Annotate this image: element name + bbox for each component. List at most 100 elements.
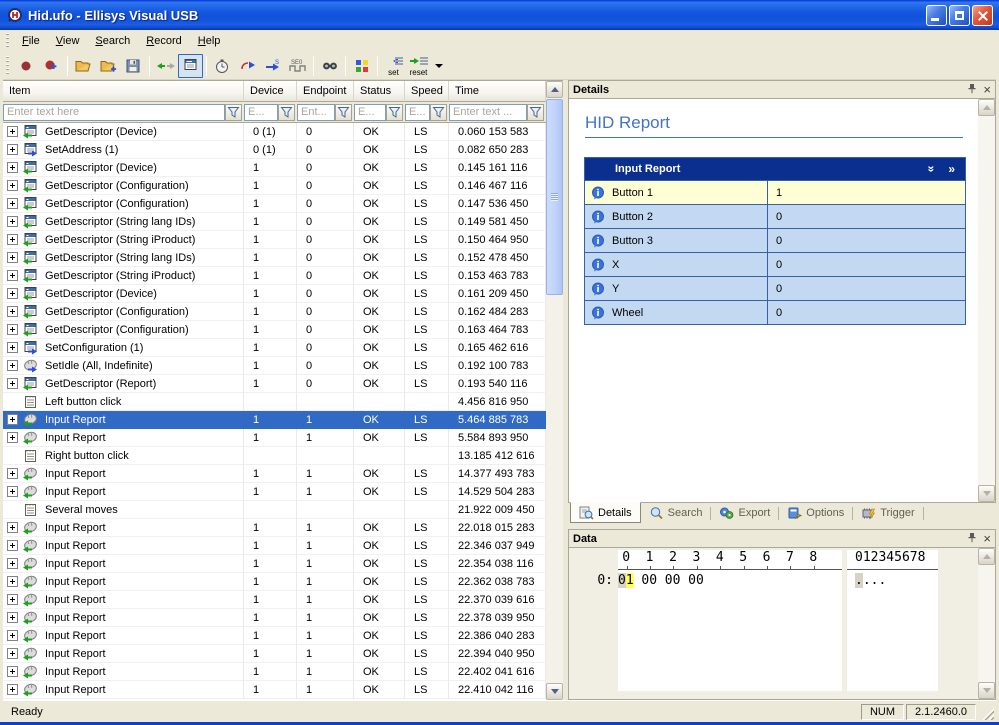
table-row[interactable]: GetDescriptor (String lang IDs) 1 0 OK L… <box>3 213 563 231</box>
toolbar-grip[interactable] <box>6 56 9 75</box>
find-toolbar-icon[interactable] <box>317 54 342 78</box>
ascii-area[interactable]: 012345678 .... <box>847 550 938 691</box>
scroll-thumb[interactable] <box>546 99 563 295</box>
open-toolbar-icon[interactable] <box>71 54 96 78</box>
reset-toolbar-icon[interactable]: reset <box>406 54 431 78</box>
minimize-button[interactable] <box>926 5 947 26</box>
column-header-time[interactable]: Time <box>449 81 546 102</box>
expand-toggle[interactable] <box>7 540 18 551</box>
ascii-row[interactable]: .... <box>847 573 938 588</box>
input-report-header[interactable]: Input Report » » <box>585 158 965 180</box>
legend-colors-toolbar-icon[interactable] <box>349 54 374 78</box>
expand-toggle[interactable] <box>7 486 18 497</box>
table-row[interactable]: Input Report 1 1 OK LS 22.346 037 949 <box>3 537 563 555</box>
expand-toggle[interactable] <box>7 144 18 155</box>
table-row[interactable]: Input Report 1 1 OK LS 22.370 039 616 <box>3 591 563 609</box>
data-scroll-down[interactable] <box>978 682 995 699</box>
menu-help[interactable]: Help <box>190 32 229 50</box>
menu-view[interactable]: View <box>48 32 88 50</box>
tab-details[interactable]: Details <box>570 502 641 523</box>
table-row[interactable]: GetDescriptor (String iProduct) 1 0 OK L… <box>3 267 563 285</box>
filter-funnel-icon[interactable] <box>278 104 295 121</box>
details-close-icon[interactable]: × <box>983 84 991 95</box>
expand-toggle[interactable] <box>7 180 18 191</box>
transactions-toolbar-icon[interactable] <box>178 54 203 78</box>
table-row[interactable]: GetDescriptor (Configuration) 1 0 OK LS … <box>3 303 563 321</box>
table-row[interactable]: Several moves 21.922 009 450 <box>3 501 563 519</box>
open-new-toolbar-icon[interactable] <box>96 54 121 78</box>
close-button[interactable] <box>972 5 993 26</box>
expand-toggle[interactable] <box>7 684 18 695</box>
hex-byte[interactable]: 01 <box>618 573 641 588</box>
expand-toggle[interactable] <box>7 234 18 245</box>
menu-grip[interactable] <box>6 33 9 48</box>
se0-toolbar-icon[interactable]: SE0 <box>285 54 310 78</box>
expand-toggle[interactable] <box>7 378 18 389</box>
expand-toggle[interactable] <box>7 216 18 227</box>
ascii-char[interactable]: . <box>855 573 863 588</box>
details-scroll-up[interactable] <box>978 99 995 116</box>
table-row[interactable]: SetConfiguration (1) 1 0 OK LS 0.165 462… <box>3 339 563 357</box>
data-pin-icon[interactable] <box>967 532 977 546</box>
expand-toggle[interactable] <box>7 432 18 443</box>
expand-toggle[interactable] <box>7 648 18 659</box>
scroll-down-button[interactable] <box>546 683 563 700</box>
report-row[interactable]: X 0 <box>585 252 965 276</box>
filter-funnel-icon[interactable] <box>527 104 544 121</box>
record-toolbar-icon[interactable] <box>14 54 39 78</box>
table-row[interactable]: Input Report 1 1 OK LS 22.378 039 950 <box>3 609 563 627</box>
expand-toggle[interactable] <box>7 612 18 623</box>
table-row[interactable]: SetIdle (All, Indefinite) 1 0 OK LS 0.19… <box>3 357 563 375</box>
expand-toggle[interactable] <box>7 468 18 479</box>
table-scrollbar[interactable] <box>546 81 563 700</box>
record-new-toolbar-icon[interactable] <box>39 54 64 78</box>
column-header-device[interactable]: Device <box>244 81 297 102</box>
table-row[interactable]: Input Report 1 1 OK LS 5.464 885 783 <box>3 411 563 429</box>
table-row[interactable]: Input Report 1 1 OK LS 22.394 040 950 <box>3 645 563 663</box>
tab-options[interactable]: Options <box>779 503 852 523</box>
expand-toggle[interactable] <box>7 522 18 533</box>
hex-byte-row[interactable]: 01000000 <box>618 573 842 588</box>
details-scrollbar[interactable] <box>978 99 995 502</box>
report-row[interactable]: Button 2 0 <box>585 204 965 228</box>
s-transfer-toolbar-icon[interactable]: S <box>260 54 285 78</box>
resize-grip[interactable] <box>980 706 994 720</box>
next-chevron-icon[interactable]: » <box>948 162 955 176</box>
collapse-chevron-icon[interactable]: » <box>924 166 938 173</box>
expand-toggle[interactable] <box>7 324 18 335</box>
table-row[interactable]: Input Report 1 1 OK LS 14.377 493 783 <box>3 465 563 483</box>
report-row[interactable]: Y 0 <box>585 276 965 300</box>
maximize-button[interactable] <box>949 5 970 26</box>
menu-file[interactable]: File <box>14 32 48 50</box>
title-bar[interactable]: Hid.ufo - Ellisys Visual USB <box>0 0 999 30</box>
table-row[interactable]: GetDescriptor (Device) 1 0 OK LS 0.161 2… <box>3 285 563 303</box>
filter-input-speed[interactable] <box>405 104 430 121</box>
table-row[interactable]: GetDescriptor (Configuration) 1 0 OK LS … <box>3 177 563 195</box>
table-row[interactable]: Input Report 1 1 OK LS 22.354 038 116 <box>3 555 563 573</box>
filter-funnel-icon[interactable] <box>225 104 242 121</box>
filter-input-item[interactable] <box>3 104 225 121</box>
table-row[interactable]: Input Report 1 1 OK LS 22.402 041 616 <box>3 663 563 681</box>
table-row[interactable]: Input Report 1 1 OK LS 22.362 038 783 <box>3 573 563 591</box>
table-row[interactable]: SetAddress (1) 0 (1) 0 OK LS 0.082 650 2… <box>3 141 563 159</box>
expand-toggle[interactable] <box>7 342 18 353</box>
menu-record[interactable]: Record <box>138 32 189 50</box>
column-header-speed[interactable]: Speed <box>405 81 449 102</box>
expand-toggle[interactable] <box>7 576 18 587</box>
filter-input-status[interactable] <box>354 104 386 121</box>
table-row[interactable]: Input Report 1 1 OK LS 22.410 042 116 <box>3 681 563 699</box>
toolbar-overflow-icon[interactable] <box>435 64 443 68</box>
tab-export[interactable]: Export <box>711 503 778 523</box>
table-row[interactable]: GetDescriptor (Report) 1 0 OK LS 0.193 5… <box>3 375 563 393</box>
table-row[interactable]: Right button click 13.185 412 616 <box>3 447 563 465</box>
table-row[interactable]: Input Report 1 1 OK LS 22.018 015 283 <box>3 519 563 537</box>
save-toolbar-icon[interactable] <box>121 54 146 78</box>
table-row[interactable]: GetDescriptor (Configuration) 1 0 OK LS … <box>3 195 563 213</box>
stopwatch-toolbar-icon[interactable] <box>210 54 235 78</box>
expand-toggle[interactable] <box>7 162 18 173</box>
expand-toggle[interactable] <box>7 288 18 299</box>
expand-toggle[interactable] <box>7 666 18 677</box>
table-row[interactable]: Input Report 1 1 OK LS 14.529 504 283 <box>3 483 563 501</box>
filter-input-endpoint[interactable] <box>297 104 335 121</box>
expand-toggle[interactable] <box>7 630 18 641</box>
